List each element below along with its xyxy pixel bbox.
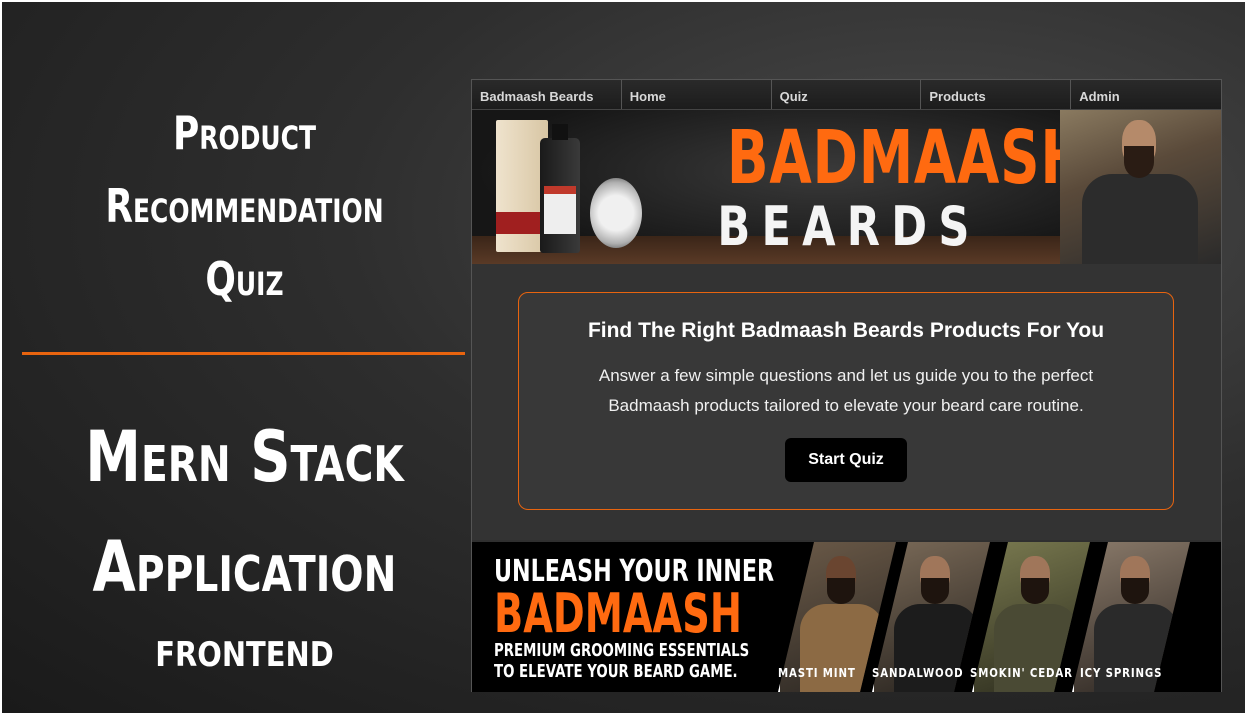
promo-tagline-2: TO ELEVATE YOUR BEARD GAME. <box>494 661 738 682</box>
panel-label-icy-springs: ICY SPRINGS <box>1080 666 1163 680</box>
panel-label-masti-mint: MASTI MINT <box>778 666 856 680</box>
panel-beard <box>827 578 855 604</box>
quiz-intro-section: Find The Right Badmaash Beards Products … <box>472 264 1221 540</box>
stack-title-line: Application <box>92 526 397 608</box>
hero-banner: BADMAASH BEARDS <box>472 110 1221 264</box>
brand-name: BADMAASH <box>726 115 1087 201</box>
model-body <box>1082 174 1198 264</box>
panel-label-sandalwood: SANDALWOOD <box>872 666 964 680</box>
orange-divider <box>22 352 465 355</box>
top-nav: Badmaash Beards Home Quiz Products Admin <box>472 80 1221 110</box>
panel-beard <box>1121 578 1149 604</box>
left-title-panel: Product Recommendation Quiz Mern Stack A… <box>22 2 467 713</box>
nav-item-admin[interactable]: Admin <box>1071 80 1221 109</box>
product-bottle-image <box>540 124 580 253</box>
promo-brand: BADMAASH <box>494 582 742 645</box>
nav-item-brand[interactable]: Badmaash Beards <box>472 80 622 109</box>
hero-model-photo <box>1060 110 1221 264</box>
nav-item-home[interactable]: Home <box>622 80 772 109</box>
quiz-title-line: Product <box>172 106 317 160</box>
stack-title-line: Mern Stack <box>85 416 404 498</box>
panel-label-smokin-cedar: SMOKIN' CEDAR <box>970 666 1073 680</box>
product-tin-image <box>590 178 642 248</box>
brand-subname: BEARDS <box>717 195 981 258</box>
panel-beard <box>1021 578 1049 604</box>
promo-text: UNLEASH YOUR INNER BADMAASH PREMIUM GROO… <box>494 556 774 683</box>
card-title: Find The Right Badmaash Beards Products … <box>587 319 1105 342</box>
quiz-title: Product Recommendation Quiz <box>71 97 418 316</box>
panel-beard <box>921 578 949 604</box>
quiz-intro-card: Find The Right Badmaash Beards Products … <box>518 292 1174 510</box>
promo-tagline-1: PREMIUM GROOMING ESSENTIALS <box>494 640 750 661</box>
slide-frame: Product Recommendation Quiz Mern Stack A… <box>2 2 1245 713</box>
product-panels: MASTI MINT SANDALWOOD SMOKIN' CEDAR ICY … <box>772 542 1221 692</box>
promo-banner: UNLEASH YOUR INNER BADMAASH PREMIUM GROO… <box>472 542 1221 692</box>
stack-title: Mern Stack Application <box>67 402 423 622</box>
model-beard <box>1124 146 1154 178</box>
quiz-title-line: Recommendation <box>105 179 384 233</box>
nav-item-products[interactable]: Products <box>921 80 1072 109</box>
card-description: Answer a few simple questions and let us… <box>598 366 1094 415</box>
app-screenshot: Badmaash Beards Home Quiz Products Admin… <box>471 79 1222 692</box>
quiz-title-line: Quiz <box>205 252 284 306</box>
start-quiz-button[interactable]: Start Quiz <box>785 438 907 482</box>
frontend-label: frontend <box>155 622 334 678</box>
nav-item-quiz[interactable]: Quiz <box>772 80 922 109</box>
